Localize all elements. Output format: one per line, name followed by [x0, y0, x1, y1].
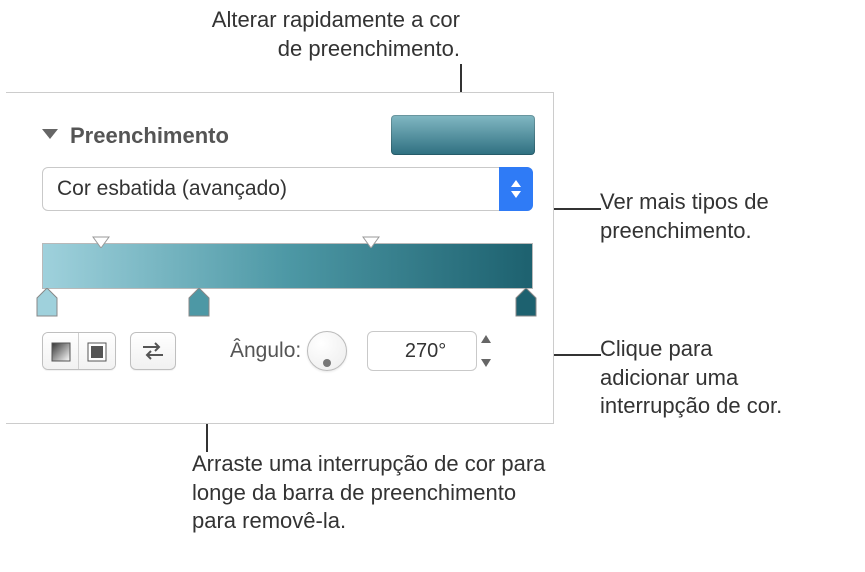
angle-stepper[interactable]: [479, 333, 497, 369]
midpoint-handle[interactable]: [91, 234, 111, 248]
flip-gradient-button[interactable]: [130, 332, 176, 370]
radial-gradient-button[interactable]: [79, 333, 115, 370]
up-down-arrows-icon[interactable]: [499, 167, 533, 211]
color-stop[interactable]: [514, 288, 538, 318]
gradient-bar[interactable]: [42, 243, 533, 289]
callout-quick-color: Alterar rapidamente a cor de preenchimen…: [100, 6, 460, 63]
color-stop[interactable]: [35, 288, 59, 318]
stepper-down-icon[interactable]: [479, 357, 493, 369]
angle-label: Ângulo:: [230, 339, 301, 363]
chevron-down-icon[interactable]: [42, 127, 58, 145]
angle-knob[interactable]: [307, 331, 347, 371]
gradient-type-group: [42, 332, 116, 370]
fill-panel: Preenchimento Cor esbatida (avançado): [6, 92, 554, 424]
stepper-up-icon[interactable]: [479, 333, 493, 345]
callout-more-types: Ver mais tipos de preenchimento.: [600, 188, 860, 245]
midpoint-handle[interactable]: [361, 234, 381, 248]
callout-add-stop: Clique para adicionar uma interrupção de…: [600, 335, 860, 421]
fill-type-select[interactable]: Cor esbatida (avançado): [42, 167, 533, 211]
color-stop[interactable]: [187, 288, 211, 318]
linear-gradient-button[interactable]: [43, 333, 79, 370]
gradient-editor[interactable]: [42, 243, 533, 289]
color-swatch[interactable]: [391, 115, 535, 155]
angle-field[interactable]: [367, 331, 477, 371]
section-title: Preenchimento: [70, 123, 229, 149]
callout-remove-stop: Arraste uma interrupção de cor para long…: [192, 450, 652, 536]
fill-type-value: Cor esbatida (avançado): [57, 177, 287, 201]
